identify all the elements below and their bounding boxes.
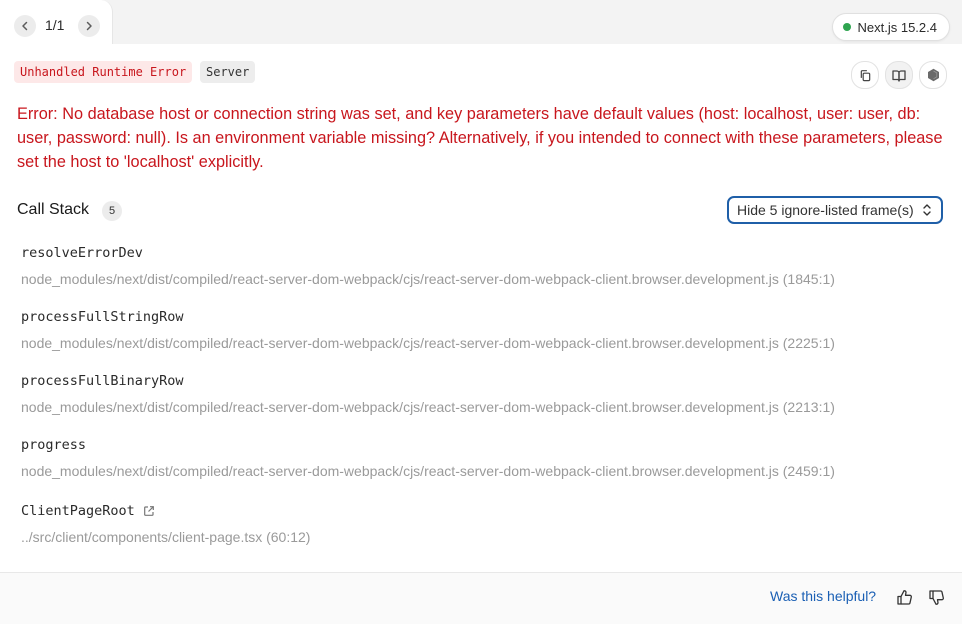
overlay-header: 1/1 Next.js 15.2.4 xyxy=(0,0,962,44)
error-count: 1/1 xyxy=(45,17,65,33)
frame-file-location: node_modules/next/dist/compiled/react-se… xyxy=(21,399,835,415)
helpful-link[interactable]: Was this helpful? xyxy=(770,588,876,604)
ignore-listed-label: Hide 5 ignore-listed frame(s) xyxy=(737,202,914,218)
frame-function-name: progress xyxy=(21,437,87,453)
stack-frame[interactable]: processFullBinaryRow node_modules/next/d… xyxy=(21,371,835,417)
stack-frame[interactable]: progress node_modules/next/dist/compiled… xyxy=(21,435,835,481)
environment-badge: Server xyxy=(200,61,256,83)
frame-file-location: node_modules/next/dist/compiled/react-se… xyxy=(21,271,835,287)
frame-file-location: node_modules/next/dist/compiled/react-se… xyxy=(21,335,835,351)
frame-function-name: processFullStringRow xyxy=(21,309,184,325)
error-overlay: 1/1 Next.js 15.2.4 Unhandled Runtime Err… xyxy=(0,0,962,624)
thumbs-down-icon xyxy=(928,589,944,605)
thumbs-down-button[interactable] xyxy=(926,587,946,607)
nodejs-icon xyxy=(927,68,939,82)
error-type-badge: Unhandled Runtime Error xyxy=(14,61,193,83)
frame-function-name: processFullBinaryRow xyxy=(21,373,184,389)
error-pagination-tab: 1/1 xyxy=(0,0,113,44)
frame-file-location: ../src/client/components/client-page.tsx… xyxy=(21,529,311,545)
call-stack-count-badge: 5 xyxy=(102,201,122,221)
stack-frame[interactable]: ClientPageRoot ../src/client/components/… xyxy=(21,501,310,547)
error-message: Error: No database host or connection st… xyxy=(17,105,943,171)
next-error-button[interactable] xyxy=(78,15,100,37)
stack-frame[interactable]: resolveErrorDev node_modules/next/dist/c… xyxy=(21,243,835,289)
copy-icon xyxy=(860,69,870,81)
toggle-ignore-listed-frames-button[interactable]: Hide 5 ignore-listed frame(s) xyxy=(727,196,943,224)
status-dot-icon xyxy=(842,23,851,31)
external-link-icon xyxy=(143,506,154,516)
chevron-up-down-icon xyxy=(923,204,931,216)
previous-error-button[interactable] xyxy=(14,15,36,37)
book-icon xyxy=(892,69,906,82)
frame-file-location: node_modules/next/dist/compiled/react-se… xyxy=(21,463,835,479)
chevron-left-icon xyxy=(22,21,28,31)
nextjs-version-badge[interactable]: Next.js 15.2.4 xyxy=(831,13,950,41)
error-body: Unhandled Runtime Error Server Error: No… xyxy=(0,44,962,572)
copy-error-button[interactable] xyxy=(851,61,879,89)
docs-button[interactable] xyxy=(885,61,913,89)
chevron-right-icon xyxy=(86,21,92,31)
feedback-footer: Was this helpful? xyxy=(0,572,962,624)
version-label: Next.js 15.2.4 xyxy=(857,19,938,35)
thumbs-up-button[interactable] xyxy=(894,587,914,607)
call-stack-title: Call Stack xyxy=(17,201,90,218)
frame-function-name-row: ClientPageRoot xyxy=(21,501,310,521)
frame-function-name: ClientPageRoot xyxy=(21,503,135,519)
frame-function-name: resolveErrorDev xyxy=(21,245,143,261)
open-in-editor-button[interactable] xyxy=(143,505,155,517)
stack-frame[interactable]: processFullStringRow node_modules/next/d… xyxy=(21,307,835,353)
thumbs-up-icon xyxy=(896,589,912,605)
nodejs-inspector-button[interactable] xyxy=(919,61,947,89)
